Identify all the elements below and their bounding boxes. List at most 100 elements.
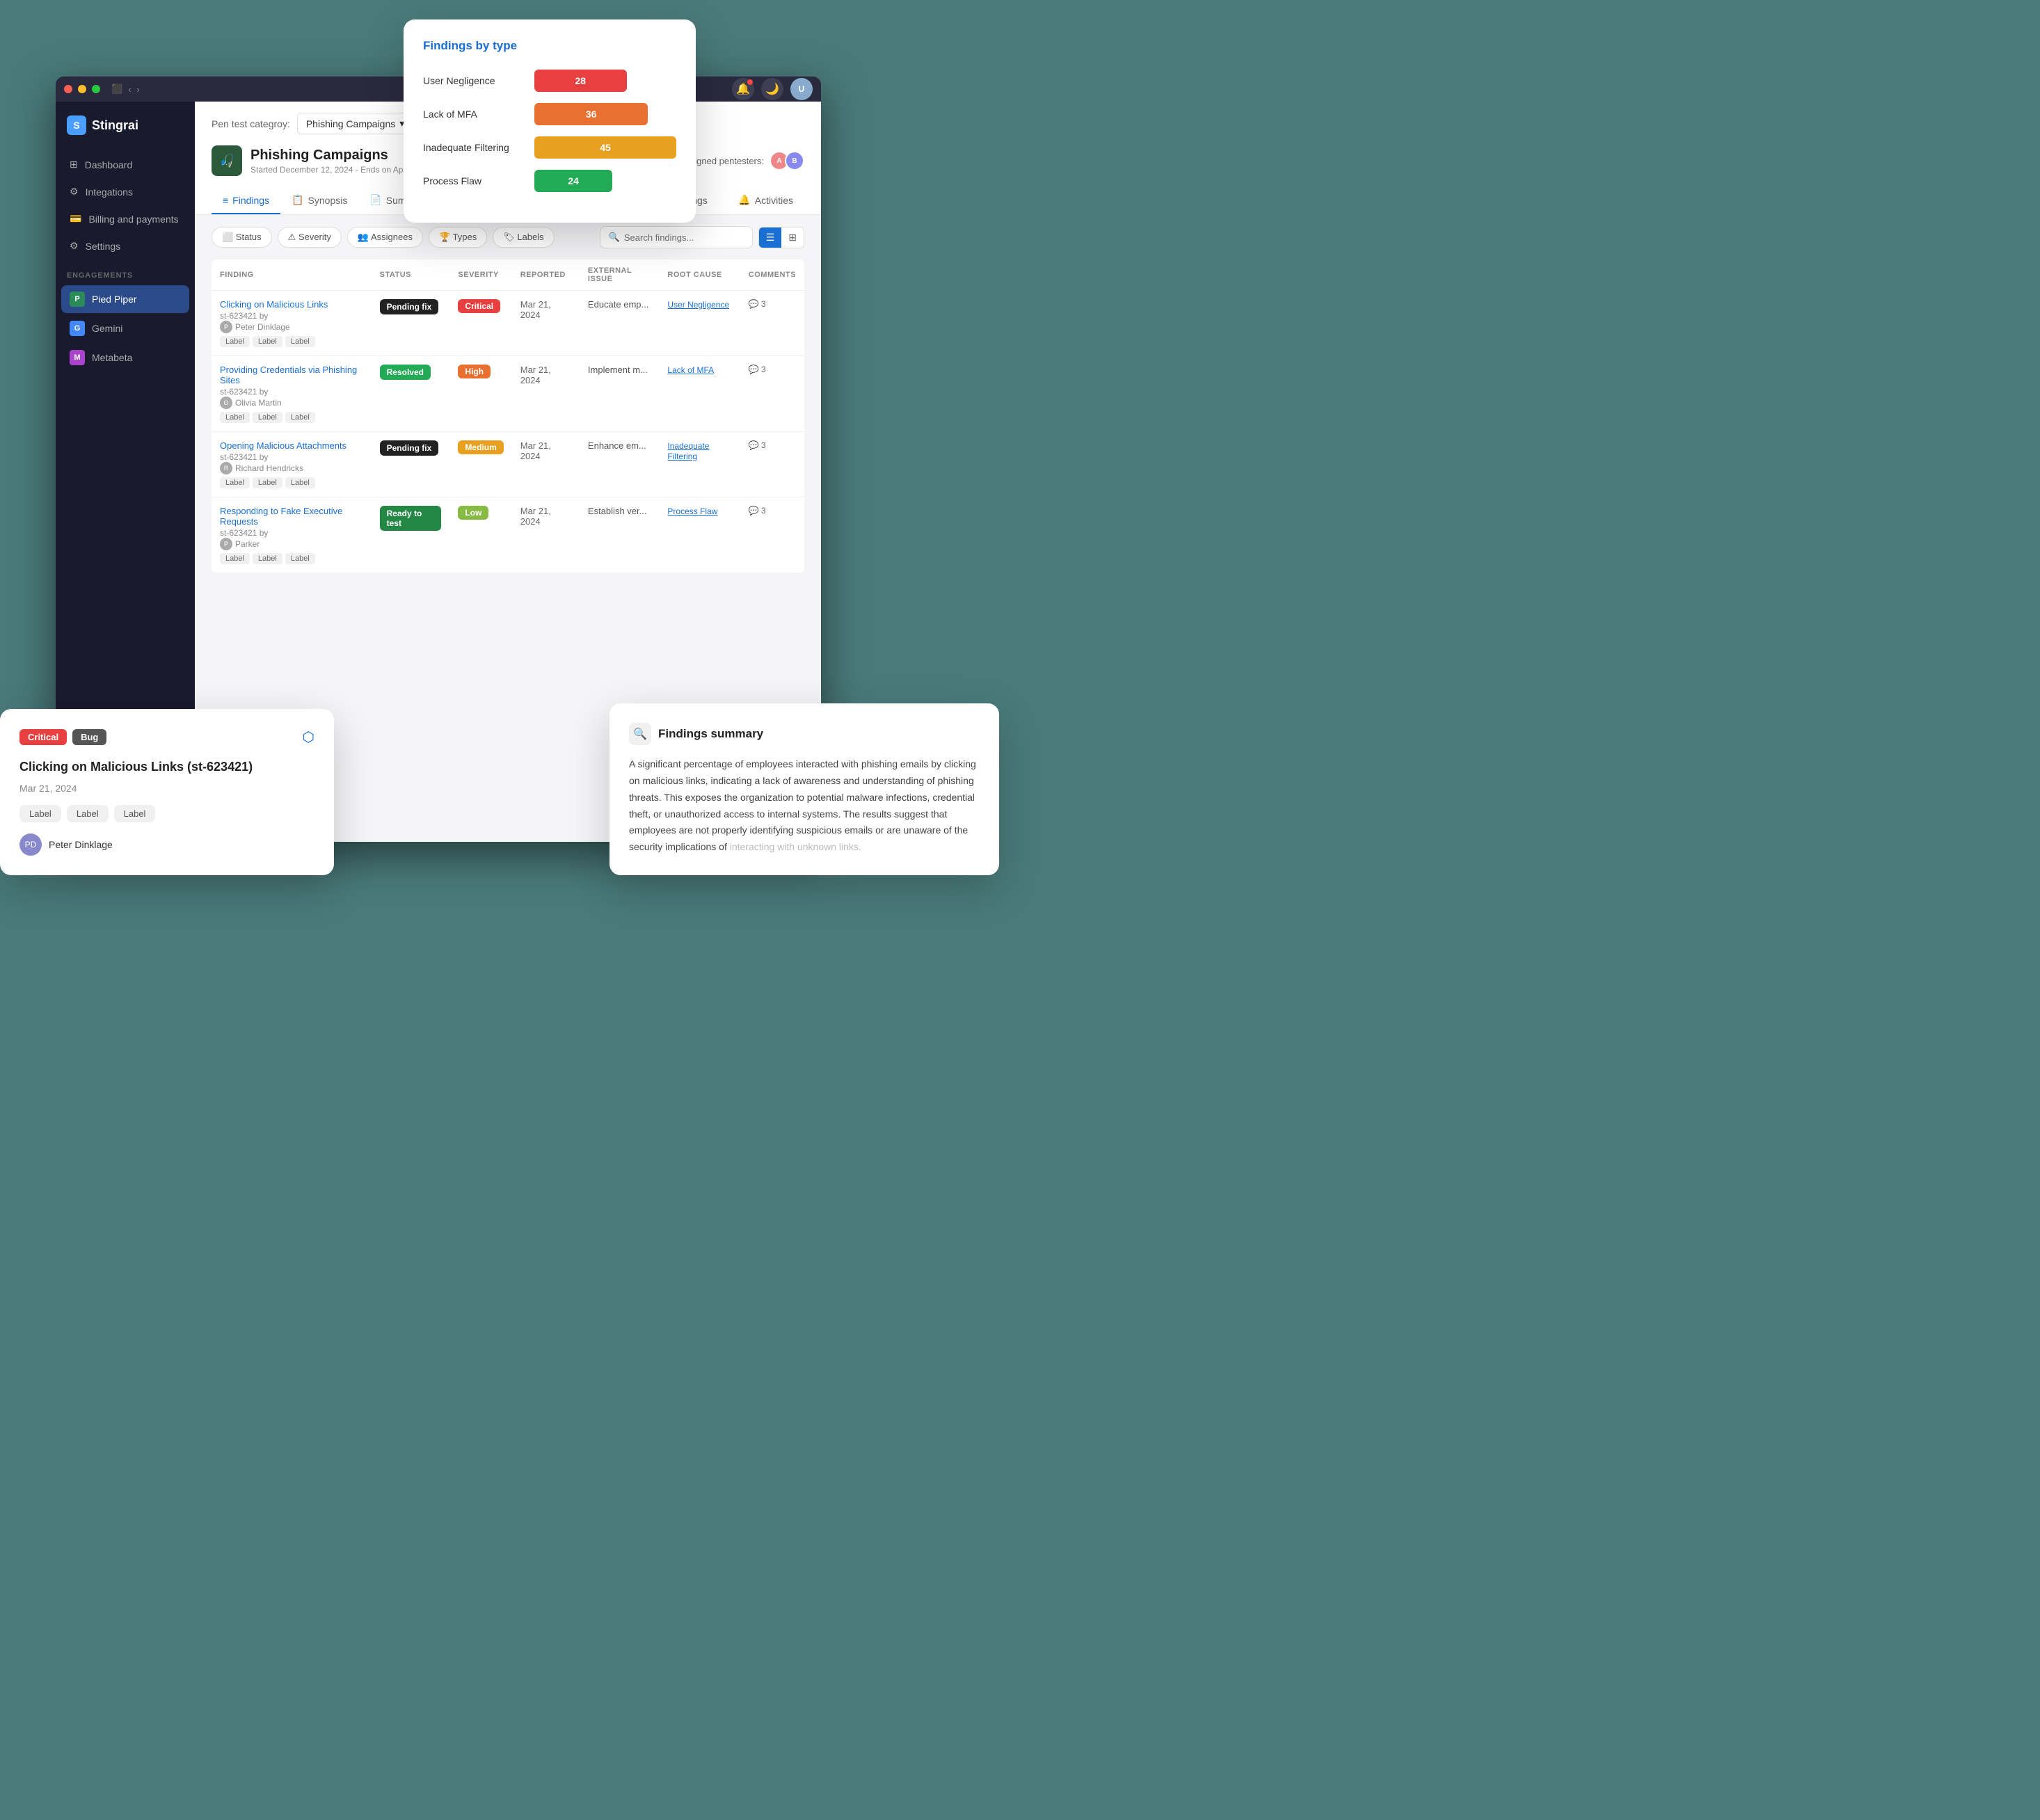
table-row[interactable]: Providing Credentials via Phishing Sites… (212, 356, 804, 432)
engagement-avatar-m: M (70, 350, 85, 365)
assignee-mini-avatar: P (220, 538, 232, 550)
badge-critical: Critical (19, 729, 67, 745)
summary-card-title: 🔍 Findings summary (629, 723, 980, 745)
reported-date: Mar 21, 2024 (512, 497, 580, 573)
severity-badge: Low (458, 506, 488, 520)
finding-id: st-623421 by P Peter Dinklage (220, 311, 363, 333)
traffic-light-red[interactable] (64, 85, 72, 93)
filter-severity[interactable]: ⚠ Severity (278, 227, 342, 248)
sidebar-item-integrations[interactable]: ⚙ Integations (61, 179, 189, 205)
search-input[interactable] (624, 232, 747, 243)
pen-test-label: Pen test categroy: (212, 118, 290, 129)
comment-cell: 💬 3 (749, 365, 796, 374)
synopsis-tab-icon: 📋 (292, 194, 303, 206)
card-date: Mar 21, 2024 (19, 783, 314, 794)
finding-label: Label (285, 336, 315, 347)
assignee-mini-avatar: P (220, 321, 232, 333)
pen-test-dropdown[interactable]: Phishing Campaigns ▾ (297, 113, 413, 134)
sidebar-item-dashboard[interactable]: ⊞ Dashboard (61, 152, 189, 177)
filter-status[interactable]: ⬜ Status (212, 227, 272, 248)
pentesters-info: Assigned pentesters: A B (680, 151, 804, 170)
comment-cell: 💬 3 (749, 440, 796, 450)
card-assignee-name: Peter Dinklage (49, 839, 113, 850)
finding-label: Label (285, 477, 315, 488)
card-label-2: Label (67, 805, 109, 822)
theme-toggle-button[interactable]: 🌙 (761, 78, 783, 100)
finding-title-link[interactable]: Responding to Fake Executive Requests (220, 506, 342, 527)
tab-activities[interactable]: 🔔 Activities (727, 187, 804, 214)
finding-type-label: Inadequate Filtering (423, 142, 534, 153)
root-cause-link[interactable]: Process Flaw (667, 506, 717, 516)
traffic-light-green[interactable] (92, 85, 100, 93)
activities-tab-icon: 🔔 (738, 194, 750, 206)
finding-labels: LabelLabelLabel (220, 412, 363, 423)
filter-types[interactable]: 🏆 Types (429, 227, 487, 248)
finding-title-link[interactable]: Providing Credentials via Phishing Sites (220, 365, 357, 385)
card-label-3: Label (114, 805, 156, 822)
engagement-label-pp: Pied Piper (92, 294, 137, 305)
summary-text-main: A significant percentage of employees in… (629, 758, 976, 852)
view-toggle: ☰ ⊞ (758, 227, 804, 248)
search-icon: 🔍 (609, 232, 620, 243)
table-row[interactable]: Clicking on Malicious Links st-623421 by… (212, 291, 804, 356)
external-issue: Enhance em... (580, 432, 660, 497)
grid-view-btn[interactable]: ⊞ (781, 228, 804, 248)
sidebar-label-dashboard: Dashboard (85, 159, 133, 170)
engagement-pied-piper[interactable]: P Pied Piper (61, 285, 189, 313)
finding-type-row: Lack of MFA 36 (423, 103, 676, 125)
engagement-gemini[interactable]: G Gemini (61, 314, 189, 342)
summary-text: A significant percentage of employees in… (629, 756, 980, 856)
tab-synopsis[interactable]: 📋 Synopsis (280, 187, 358, 214)
col-finding: FINDING (212, 260, 372, 291)
table-row[interactable]: Responding to Fake Executive Requests st… (212, 497, 804, 573)
finding-label: Label (253, 477, 282, 488)
sidebar-item-billing[interactable]: 💳 Billing and payments (61, 206, 189, 232)
card-labels: Label Label Label (19, 805, 314, 822)
findings-tab-label: Findings (232, 195, 269, 206)
finding-type-label: User Negligence (423, 75, 534, 86)
finding-type-bar-wrap: 28 (534, 70, 676, 92)
finding-type-row: Process Flaw 24 (423, 170, 676, 192)
engagement-avatar-g: G (70, 321, 85, 336)
external-issue: Establish ver... (580, 497, 660, 573)
findings-table: FINDING STATUS SEVERITY REPORTED EXTERNA… (212, 260, 804, 573)
sidebar-item-settings[interactable]: ⚙ Settings (61, 233, 189, 259)
root-cause-link[interactable]: Lack of MFA (667, 365, 714, 375)
sidebar-label-billing: Billing and payments (88, 214, 178, 225)
engagement-label-m: Metabeta (92, 352, 132, 363)
reported-date: Mar 21, 2024 (512, 291, 580, 356)
finding-id: st-623421 by O Olivia Martin (220, 387, 363, 409)
finding-type-bar-wrap: 45 (534, 136, 676, 159)
severity-badge: Medium (458, 440, 503, 454)
logo-icon: S (67, 115, 86, 135)
dashboard-icon: ⊞ (70, 159, 78, 170)
reported-date: Mar 21, 2024 (512, 432, 580, 497)
severity-badge: Critical (458, 299, 500, 313)
col-rootcause: ROOT CAUSE (659, 260, 740, 291)
notification-button[interactable]: 🔔 (732, 78, 754, 100)
filter-assignees[interactable]: 👥 Assignees (347, 227, 423, 248)
col-comments: COMMENTS (740, 260, 804, 291)
table-row[interactable]: Opening Malicious Attachments st-623421 … (212, 432, 804, 497)
root-cause-link[interactable]: Inadequate Filtering (667, 441, 709, 461)
billing-icon: 💳 (70, 213, 81, 225)
status-badge: Ready to test (380, 506, 442, 531)
finding-title-link[interactable]: Opening Malicious Attachments (220, 440, 346, 451)
findings-tab-icon: ≡ (223, 195, 228, 206)
assignee-mini-avatar: O (220, 397, 232, 409)
root-cause-link[interactable]: User Negligence (667, 300, 729, 310)
engagement-metabeta[interactable]: M Metabeta (61, 344, 189, 372)
filter-labels[interactable]: 🏷 Labels (493, 227, 554, 248)
finding-label: Label (253, 412, 282, 423)
summary-tab-icon: 📄 (369, 194, 381, 206)
pen-test-selected: Phishing Campaigns (306, 118, 395, 129)
finding-title-link[interactable]: Clicking on Malicious Links (220, 299, 328, 310)
finding-type-bar: 24 (534, 170, 612, 192)
engagement-label-g: Gemini (92, 323, 122, 334)
traffic-light-yellow[interactable] (78, 85, 86, 93)
tab-findings[interactable]: ≡ Findings (212, 188, 280, 214)
user-avatar-button[interactable]: U (790, 78, 813, 100)
finding-label: Label (220, 477, 250, 488)
list-view-btn[interactable]: ☰ (759, 228, 782, 248)
status-badge: Resolved (380, 365, 431, 380)
